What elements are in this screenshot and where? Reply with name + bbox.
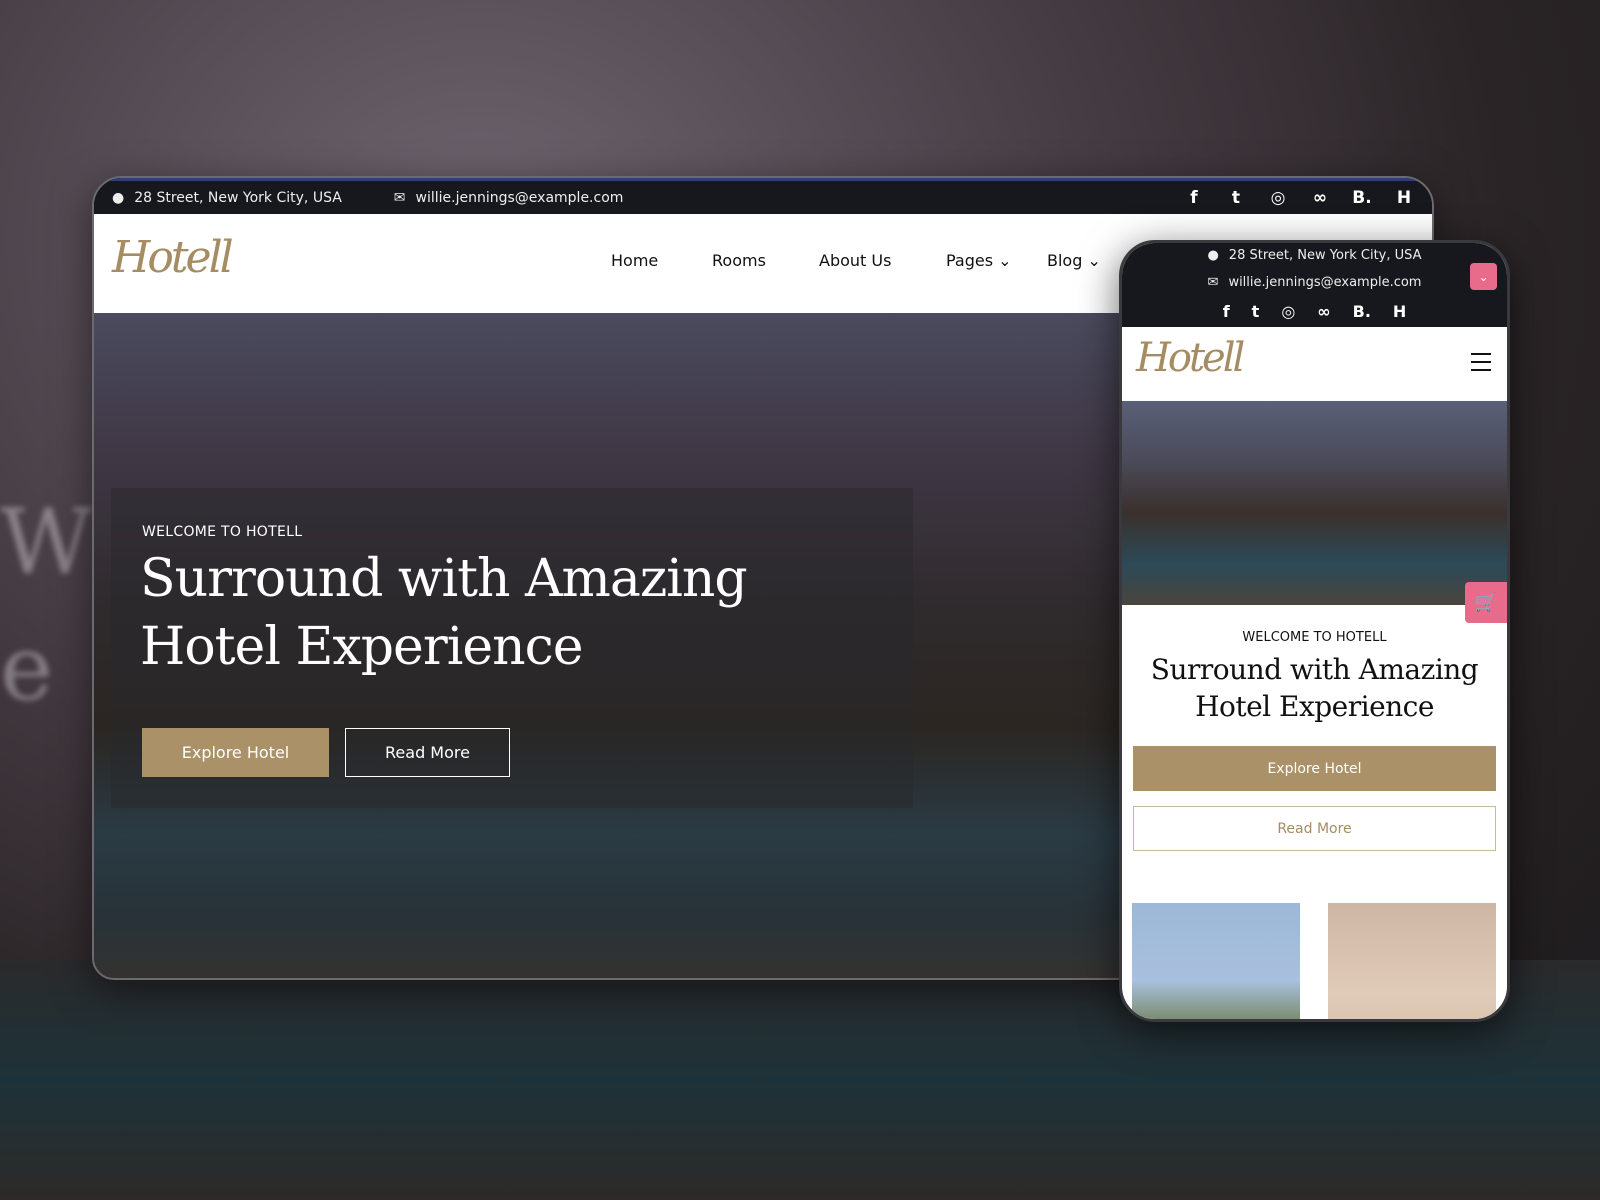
- topbar-toggle-button[interactable]: ⌄: [1470, 263, 1497, 290]
- nav-blog[interactable]: Blog ⌄: [1047, 251, 1101, 270]
- hero-title-line: Hotel Experience: [140, 617, 583, 677]
- mobile-preview: ● 28 Street, New York City, USA ✉ willie.j…: [1119, 240, 1510, 1022]
- twitter-icon[interactable]: t: [1226, 188, 1246, 208]
- cart-icon: 🛒: [1474, 592, 1498, 613]
- facebook-icon[interactable]: f: [1223, 302, 1230, 321]
- explore-hotel-button[interactable]: Explore Hotel: [142, 728, 329, 777]
- twitter-icon[interactable]: t: [1252, 302, 1260, 321]
- logo[interactable]: Hotell: [112, 232, 234, 283]
- facebook-icon[interactable]: f: [1184, 188, 1204, 208]
- hero-title: Surround with Amazing Hotel Experience: [140, 545, 748, 681]
- instagram-icon[interactable]: ◎: [1268, 188, 1288, 208]
- hero-title-line: Hotel Experience: [1195, 690, 1434, 723]
- email-text[interactable]: willie.jennings@example.com: [416, 190, 624, 206]
- mobile-hero-image: [1122, 401, 1507, 605]
- location-pin-icon: ●: [112, 189, 125, 206]
- nav-rooms[interactable]: Rooms: [712, 251, 766, 270]
- mobile-header: Hotell: [1122, 327, 1507, 401]
- read-more-button[interactable]: Read More: [345, 728, 510, 777]
- gallery-image: [1328, 903, 1496, 1019]
- tripadvisor-icon[interactable]: ∞: [1310, 188, 1330, 208]
- mobile-email[interactable]: ✉ willie.jennings@example.com: [1122, 275, 1507, 290]
- hero-title-line: Surround with Amazing: [140, 549, 748, 609]
- mobile-address: ● 28 Street, New York City, USA: [1122, 248, 1507, 263]
- nav-home[interactable]: Home: [611, 251, 658, 270]
- hero-eyebrow: WELCOME TO HOTELL: [1242, 630, 1387, 645]
- mobile-social-links: f t ◎ ∞ B. H: [1122, 302, 1507, 321]
- booking-icon[interactable]: B.: [1353, 302, 1371, 321]
- nav-pages[interactable]: Pages ⌄: [946, 251, 1012, 270]
- instagram-icon[interactable]: ◎: [1281, 302, 1295, 321]
- hero-eyebrow: WELCOME TO HOTELL: [142, 524, 303, 540]
- hotels-icon[interactable]: H: [1393, 302, 1406, 321]
- nav-about-us[interactable]: About Us: [819, 251, 891, 270]
- explore-hotel-button[interactable]: Explore Hotel: [1133, 746, 1496, 791]
- hamburger-menu-icon[interactable]: [1471, 353, 1491, 371]
- booking-icon[interactable]: B.: [1352, 188, 1372, 208]
- hero-title-line: Surround with Amazing: [1150, 653, 1479, 686]
- chevron-down-icon: ⌄: [1478, 269, 1489, 284]
- address-text: 28 Street, New York City, USA: [134, 189, 342, 206]
- background-blur-text: We: [0, 490, 93, 721]
- nav-blog-label: Blog: [1047, 251, 1083, 270]
- mobile-top-bar: ● 28 Street, New York City, USA ✉ willie.j…: [1122, 243, 1507, 327]
- hotels-icon[interactable]: H: [1394, 188, 1414, 208]
- read-more-button[interactable]: Read More: [1133, 806, 1496, 851]
- email-text[interactable]: willie.jennings@example.com: [1228, 275, 1421, 290]
- chevron-down-icon: ⌄: [998, 251, 1012, 270]
- mail-icon: ✉: [1207, 275, 1219, 290]
- logo[interactable]: Hotell: [1136, 335, 1245, 381]
- top-bar: ● 28 Street, New York City, USA ✉ willie.j…: [94, 178, 1432, 214]
- gallery-image: [1132, 903, 1300, 1019]
- nav-pages-label: Pages: [946, 251, 994, 270]
- address: ● 28 Street, New York City, USA: [112, 190, 342, 206]
- location-pin-icon: ●: [1207, 248, 1219, 263]
- chevron-down-icon: ⌄: [1087, 251, 1101, 270]
- social-links: f t ◎ ∞ B. H: [1184, 188, 1414, 208]
- hero-title: Surround with Amazing Hotel Experience: [1122, 651, 1507, 725]
- email[interactable]: ✉ willie.jennings@example.com: [394, 190, 624, 206]
- mail-icon: ✉: [393, 189, 406, 206]
- address-text: 28 Street, New York City, USA: [1228, 248, 1422, 263]
- tripadvisor-icon[interactable]: ∞: [1317, 302, 1330, 321]
- cart-button[interactable]: 🛒: [1465, 582, 1507, 623]
